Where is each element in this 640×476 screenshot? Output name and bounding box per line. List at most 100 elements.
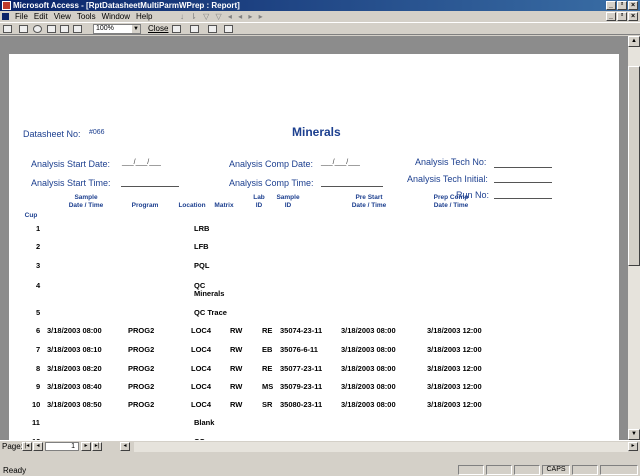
document-icon[interactable] (2, 13, 9, 20)
menu-tools[interactable]: Tools (74, 11, 99, 22)
table-row: 4 QC Minerals (9, 280, 619, 300)
cell-prep-comp: 3/18/2003 12:00 (427, 345, 482, 354)
cell-location: QC Trace (194, 308, 227, 317)
two-pages-icon[interactable] (60, 25, 69, 33)
print-icon[interactable] (19, 25, 28, 33)
doc-restore-button[interactable]: ² (617, 12, 627, 21)
cell-cup: 8 (36, 364, 41, 373)
table-row: 6 3/18/2003 08:00 PROG2 LOC4 RW RE 35074… (9, 325, 619, 337)
analysis-tech-initial-label: Analysis Tech Initial: (407, 174, 488, 184)
status-indicator-6 (600, 465, 638, 475)
scroll-thumb[interactable] (628, 66, 640, 266)
cell-sample-id: 35074-23-11 (280, 326, 323, 335)
cell-program: PROG2 (128, 364, 155, 373)
cell-lab-id: MS (262, 382, 274, 391)
cell-program: PROG2 (128, 345, 155, 354)
cell-matrix: RW (230, 345, 243, 354)
cell-location: LOC4 (191, 364, 212, 373)
vertical-scrollbar[interactable]: ▲ ▼ (628, 36, 640, 440)
page-label: Page: (2, 442, 23, 451)
one-page-icon[interactable] (47, 25, 56, 33)
cell-program: PROG2 (128, 326, 155, 335)
new-object-icon[interactable] (224, 25, 233, 33)
cell-location: LOC4 (191, 382, 212, 391)
cell-prep-comp: 3/18/2003 12:00 (427, 364, 482, 373)
col-lab-id: Lab ID (253, 194, 265, 209)
cell-location: LOC4 (191, 345, 212, 354)
analysis-comp-time-label: Analysis Comp Time: (229, 178, 314, 188)
cell-lab-id: RE (262, 364, 273, 373)
cell-location: Blank (194, 418, 215, 427)
cell-pre-start: 3/18/2003 08:00 (341, 345, 396, 354)
window-title: Microsoft Access - [RptDatasheetMultiPar… (13, 1, 240, 10)
document-window-controls: _ ² × (606, 12, 638, 21)
first-page-icon[interactable]: |◂ (22, 442, 32, 451)
col-program: Program (131, 202, 159, 209)
print-preview-toolbar: 100% ▼ Close (0, 22, 640, 35)
cell-cup: 4 (36, 281, 41, 290)
close-button[interactable]: × (628, 1, 638, 10)
close-preview-button[interactable]: Close (148, 24, 168, 34)
last-page-icon[interactable]: ▸| (92, 442, 102, 451)
title-bar: Microsoft Access - [RptDatasheetMultiPar… (0, 0, 640, 11)
multiple-pages-icon[interactable] (73, 25, 82, 33)
next-page-icon[interactable]: ▸ (81, 442, 91, 451)
menu-view[interactable]: View (51, 11, 74, 22)
menu-window[interactable]: Window (99, 11, 133, 22)
zoom-icon[interactable] (33, 25, 42, 33)
menu-file[interactable]: File (12, 11, 31, 22)
scroll-right-icon[interactable]: ▸ (628, 442, 638, 451)
cell-program: PROG2 (128, 400, 155, 409)
analysis-start-date-blank: ___/___/___ (122, 159, 161, 166)
cell-pre-start: 3/18/2003 08:00 (341, 400, 396, 409)
analysis-tech-no-label: Analysis Tech No: (415, 157, 487, 167)
cell-prep-comp: 3/18/2003 12:00 (427, 382, 482, 391)
scroll-up-icon[interactable]: ▲ (628, 36, 640, 47)
horizontal-scrollbar[interactable] (134, 442, 628, 452)
cell-cup: 6 (36, 326, 41, 335)
menu-edit[interactable]: Edit (31, 11, 51, 22)
cell-sample-id: 35076-6-11 (280, 345, 318, 354)
access-app-icon[interactable] (2, 1, 11, 10)
status-indicator-5 (572, 465, 598, 475)
analysis-start-date-label: Analysis Start Date: (31, 159, 111, 169)
cell-prep-comp: 3/18/2003 12:00 (427, 326, 482, 335)
caps-indicator: CAPS (542, 465, 570, 475)
cell-prep-comp: 3/18/2003 12:00 (427, 400, 482, 409)
cell-sample-date-time: 3/18/2003 08:50 (47, 400, 102, 409)
col-sample-date-time: Sample Date / Time (68, 194, 104, 209)
minimize-button[interactable]: _ (606, 1, 616, 10)
table-row: 3 PQL (9, 260, 619, 272)
scroll-left-icon[interactable]: ◂ (120, 442, 130, 451)
col-location: Location (178, 202, 206, 209)
run-no-line (494, 198, 552, 199)
status-indicator-1 (458, 465, 484, 475)
cell-cup: 9 (36, 382, 41, 391)
previous-page-icon[interactable]: ◂ (33, 442, 43, 451)
cell-sample-date-time: 3/18/2003 08:00 (47, 326, 102, 335)
doc-close-button[interactable]: × (628, 12, 638, 21)
cell-location-line2: Minerals (194, 289, 225, 298)
office-links-icon[interactable] (190, 25, 199, 33)
setup-icon[interactable] (172, 25, 181, 33)
cell-cup: 11 (32, 418, 40, 427)
table-row: 9 3/18/2003 08:40 PROG2 LOC4 RW MS 35079… (9, 381, 619, 393)
cell-pre-start: 3/18/2003 08:00 (341, 326, 396, 335)
col-prep-comp: Prep Comp Date / Time (433, 194, 469, 209)
doc-minimize-button[interactable]: _ (606, 12, 616, 21)
restore-button[interactable]: ² (617, 1, 627, 10)
status-indicator-3 (514, 465, 540, 475)
analysis-start-time-label: Analysis Start Time: (31, 178, 111, 188)
col-cup: Cup (24, 212, 38, 219)
scroll-down-icon[interactable]: ▼ (628, 429, 640, 440)
view-icon[interactable] (3, 25, 12, 33)
menu-help[interactable]: Help (133, 11, 155, 22)
table-row: 11 Blank (9, 417, 619, 429)
page-number-input[interactable]: 1 (45, 442, 79, 451)
cell-location: LOC4 (191, 400, 212, 409)
zoom-select[interactable]: 100% ▼ (93, 24, 141, 34)
cell-lab-id: SR (262, 400, 273, 409)
database-window-icon[interactable] (208, 25, 217, 33)
cell-lab-id: EB (262, 345, 273, 354)
table-row: 1 LRB (9, 223, 619, 235)
